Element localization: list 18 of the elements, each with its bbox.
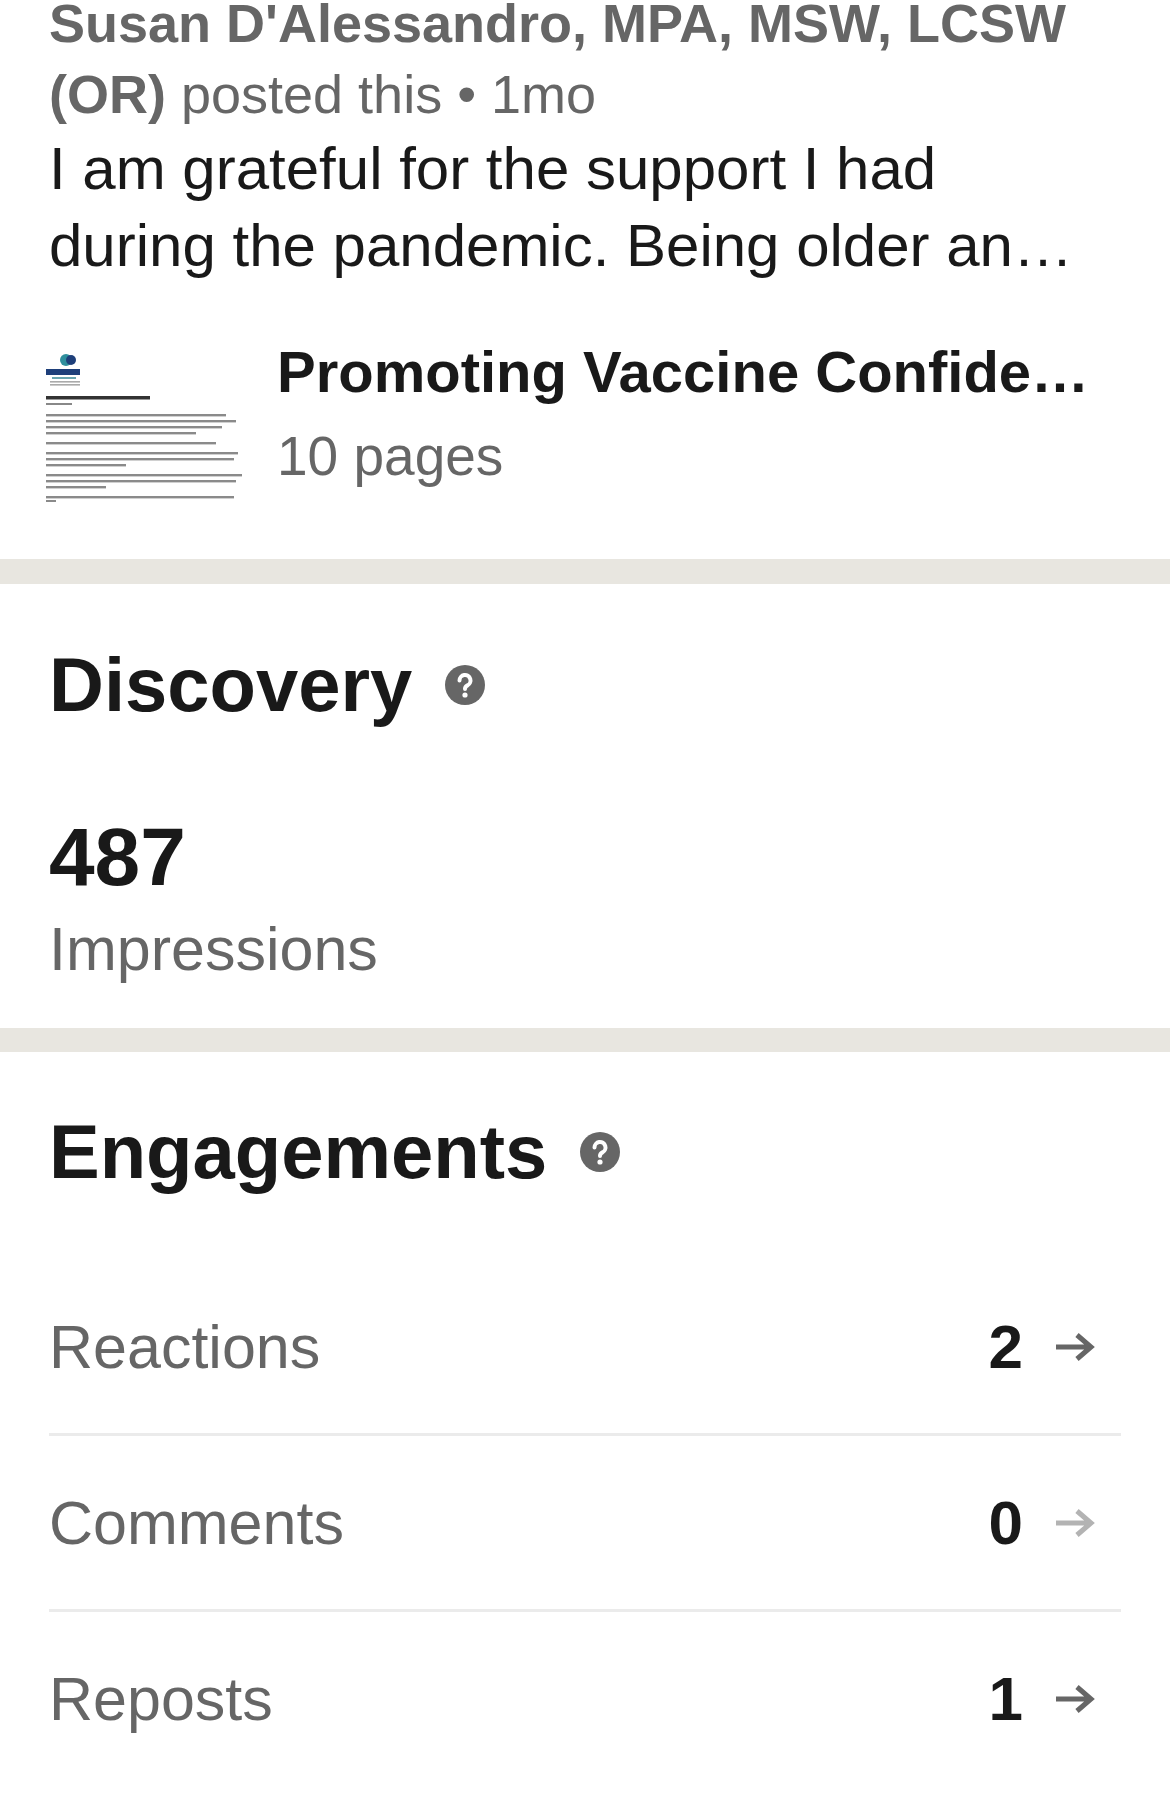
metric-label: Reposts: [49, 1663, 274, 1734]
post-byline: Susan D'Alessandro, MPA, MSW, LCSW (OR) posted this • 1mo: [49, 0, 1067, 126]
post-text: I am grateful for the support I had during the pandemic. Being older an…: [49, 134, 1074, 281]
metric-count: 2: [988, 1311, 1023, 1382]
arrow-icon[interactable]: [1054, 1682, 1095, 1715]
help-icon[interactable]: [580, 1132, 621, 1172]
page-count: 10 pages: [277, 424, 505, 489]
metric-count: 0: [988, 1487, 1023, 1558]
metric-count: 1: [988, 1663, 1023, 1734]
document-title: Promoting Vaccine Confide…: [277, 338, 1090, 406]
metric-label: Comments: [49, 1487, 345, 1558]
section-title: Engagements: [49, 1108, 548, 1196]
arrow-icon[interactable]: [1054, 1330, 1095, 1363]
help-icon[interactable]: [445, 665, 486, 705]
section-title: Discovery: [49, 641, 413, 729]
impressions-label: Impressions: [49, 914, 379, 985]
metric-label: Reactions: [49, 1311, 322, 1382]
impressions-count: 487: [49, 812, 187, 902]
